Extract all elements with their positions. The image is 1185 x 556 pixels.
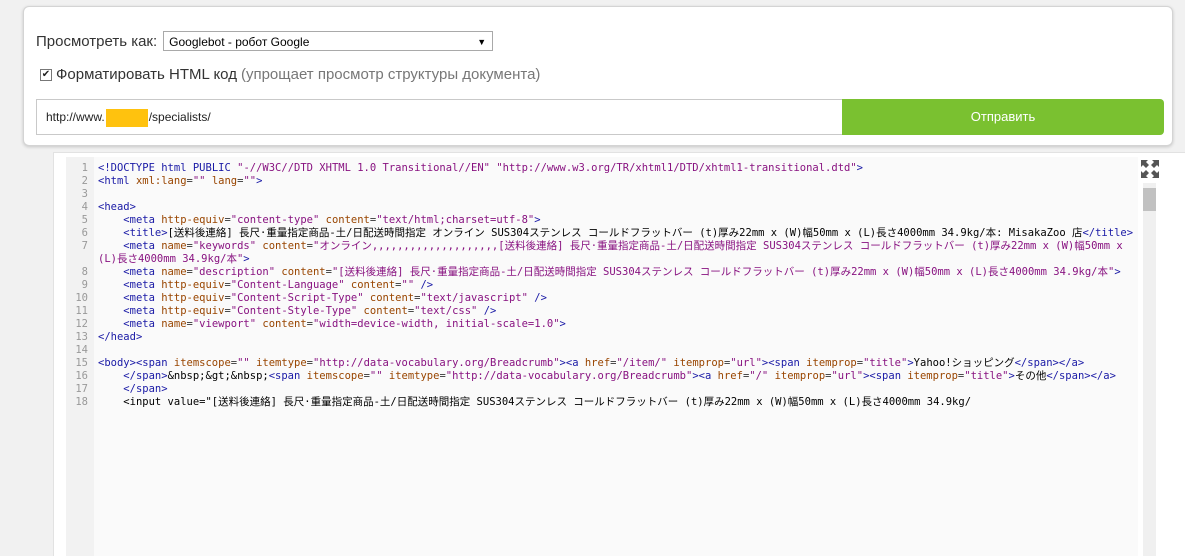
code-line: 11 <meta http-equiv="Content-Style-Type"…: [66, 305, 1146, 318]
source-code-viewer: 1 <!DOCTYPE html PUBLIC "-//W3C//DTD XHTM…: [53, 152, 1185, 556]
line-number: 13: [75, 331, 88, 343]
code-line: 12 <meta name="viewport" content="width=…: [66, 318, 1146, 331]
line-number: 1: [81, 162, 88, 174]
line-text: </span>&nbsp;&gt;&nbsp;<span itemscope="…: [123, 370, 1116, 382]
submit-button[interactable]: Отправить: [842, 99, 1164, 135]
line-number: 10: [75, 292, 88, 304]
code-line: 8 <meta name="description" content="[送料後…: [66, 266, 1146, 279]
line-number: 9: [81, 279, 88, 291]
line-text: </head>: [98, 331, 143, 343]
line-number: 12: [75, 318, 88, 330]
line-number: 18: [75, 396, 88, 408]
code-line: 1 <!DOCTYPE html PUBLIC "-//W3C//DTD XHTM…: [66, 162, 1146, 175]
line-number: 17: [75, 383, 88, 395]
redacted-domain-mask: [105, 108, 148, 127]
url-row: http://www. /specialists/ Отправить: [36, 99, 1164, 135]
line-number: 11: [75, 305, 88, 317]
view-as-label: Просмотреть как:: [36, 32, 158, 50]
line-number: 15: [75, 357, 88, 369]
url-prefix: http://www.: [46, 110, 105, 124]
view-as-row: Просмотреть как: Googlebot - робот Googl…: [36, 31, 494, 51]
code-line: 6 <title>[送料後連絡] 長尺·重量指定商品-土/日配送時間指定 オンラ…: [66, 227, 1146, 240]
code-line: 17 </span>: [66, 383, 1146, 396]
line-text: <input value="[送料後連絡] 長尺·重量指定商品-土/日配送時間指…: [98, 396, 972, 408]
line-text: <html xml:lang="" lang="">: [98, 175, 263, 187]
fetch-form-panel: Просмотреть как: Googlebot - робот Googl…: [23, 6, 1173, 146]
url-suffix: /specialists/: [148, 110, 211, 124]
line-text: <meta http-equiv="Content-Script-Type" c…: [123, 292, 547, 304]
line-text: <meta name="keywords" content="オンライン,,,,…: [98, 240, 1130, 265]
line-text: <meta name="viewport" content="width=dev…: [123, 318, 566, 330]
line-text: <meta http-equiv="Content-Style-Type" co…: [123, 305, 497, 317]
line-text: <meta name="description" content="[送料後連絡…: [123, 266, 1121, 278]
code-line: 15 <body><span itemscope="" itemtype="htt…: [66, 357, 1146, 370]
line-number: 14: [75, 344, 88, 356]
line-text: </span>: [123, 383, 168, 395]
code-line: 5 <meta http-equiv="content-type" conten…: [66, 214, 1146, 227]
code-line: 4 <head>: [66, 201, 1146, 214]
code-lines: 1 <!DOCTYPE html PUBLIC "-//W3C//DTD XHTM…: [66, 162, 1146, 409]
format-html-hint: (упрощает просмотр структуры документа): [240, 66, 541, 83]
code-line: 2 <html xml:lang="" lang="">: [66, 175, 1146, 188]
line-number: 6: [81, 227, 88, 239]
line-text: <head>: [98, 201, 136, 213]
line-number: 8: [81, 266, 88, 278]
line-text: <!DOCTYPE html PUBLIC "-//W3C//DTD XHTML…: [98, 162, 863, 174]
code-line: 9 <meta http-equiv="Content-Language" co…: [66, 279, 1146, 292]
url-input[interactable]: http://www. /specialists/: [36, 99, 842, 135]
code-line: 18 <input value="[送料後連絡] 長尺·重量指定商品-土/日配送…: [66, 396, 1146, 409]
view-as-value: Googlebot - робот Google: [169, 35, 310, 49]
line-number: 5: [81, 214, 88, 226]
line-number: 7: [81, 240, 88, 252]
line-text: <meta http-equiv="content-type" content=…: [123, 214, 541, 226]
line-text: <title>[送料後連絡] 長尺·重量指定商品-土/日配送時間指定 オンライン…: [123, 227, 1134, 239]
triangle-down-icon: ▼: [477, 37, 487, 47]
line-number: 2: [81, 175, 88, 187]
format-html-row: ✔ Форматировать HTML код (упрощает просм…: [40, 66, 540, 83]
code-line: 14: [66, 344, 1146, 357]
line-text: <meta http-equiv="Content-Language" cont…: [123, 279, 434, 291]
line-number: 4: [81, 201, 88, 213]
line-number: 3: [81, 188, 88, 200]
checkbox-checked-icon[interactable]: ✔: [40, 68, 52, 81]
line-text: <body><span itemscope="" itemtype="http:…: [98, 357, 1085, 369]
format-html-label[interactable]: Форматировать HTML код: [56, 66, 237, 83]
view-as-select[interactable]: Googlebot - робот Google ▼: [163, 31, 494, 51]
code-line: 16 </span>&nbsp;&gt;&nbsp;<span itemscop…: [66, 370, 1146, 383]
code-line: 7 <meta name="keywords" content="オンライン,,…: [66, 240, 1146, 266]
line-number: 16: [75, 370, 88, 382]
code-line: 3: [66, 188, 1146, 201]
code-line: 13 </head>: [66, 331, 1146, 344]
code-line: 10 <meta http-equiv="Content-Script-Type…: [66, 292, 1146, 305]
